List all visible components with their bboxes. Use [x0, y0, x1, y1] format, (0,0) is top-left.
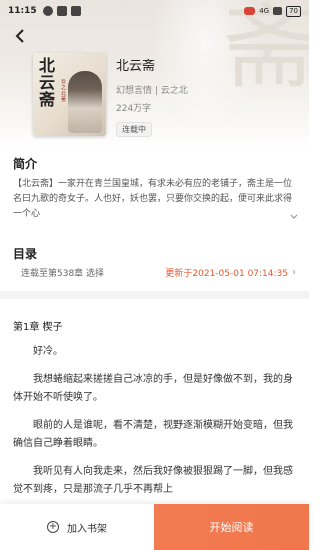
plus-circle-icon: +	[47, 521, 59, 533]
chevron-right-icon: ›	[292, 266, 296, 278]
cover-figure	[68, 71, 102, 133]
chapter-paragraph: 我想蜷缩起来搓搓自己冰凉的手，但是好像做不到，我的身体开始不听使唤了。	[13, 374, 293, 403]
book-cover[interactable]: 北云斋 云之北著	[33, 53, 106, 136]
bottom-action-bar: + 加入书架 开始阅读	[0, 504, 309, 550]
sim-icon	[42, 6, 53, 16]
cover-title: 北云斋	[39, 56, 56, 109]
book-category-author: 幻想言情 | 云之北	[116, 86, 188, 96]
chapter-body[interactable]: 好冷。 我想蜷缩起来搓搓自己冰凉的手，但是好像做不到，我的身体开始不听使唤了。 …	[13, 343, 297, 509]
back-button[interactable]	[10, 26, 30, 46]
battery-indicator: 70	[286, 5, 301, 17]
section-divider	[0, 291, 309, 299]
status-time: 11:15	[8, 6, 37, 16]
start-reading-label: 开始阅读	[209, 521, 254, 534]
app-icon	[56, 6, 67, 16]
toc-row[interactable]: 连载至第538章 选择 更新于2021-05-01 07:14:35 ›	[0, 261, 309, 283]
system-icons: 4G 70	[244, 5, 301, 17]
intro-fade	[200, 208, 298, 224]
status-bar: 11:15 4G 70	[0, 0, 309, 22]
back-arrow-icon	[15, 29, 24, 43]
toc-latest-chapter: 连载至第538章 选择	[21, 268, 105, 279]
intro-heading: 简介	[13, 157, 38, 171]
notification-icons	[42, 6, 81, 16]
book-word-count: 224万字	[116, 104, 152, 114]
toc-heading: 目录	[13, 247, 38, 261]
status-badge: 连载中	[116, 122, 152, 137]
toc-update-time: 更新于2021-05-01 07:14:35	[165, 268, 288, 279]
chapter-paragraph: 眼前的人是谁呢，看不清楚，视野逐渐模糊开始变暗，但我确信自己睁着眼睛。	[13, 420, 293, 449]
expand-chevron-icon[interactable]	[289, 212, 299, 222]
app-icon	[70, 6, 81, 16]
chapter-title: 第1章 楔子	[13, 322, 63, 333]
add-to-shelf-button[interactable]: + 加入书架	[0, 504, 154, 550]
start-reading-button[interactable]: 开始阅读	[154, 504, 309, 550]
cover-author: 云之北著	[61, 79, 67, 103]
chapter-paragraph: 我听见有人向我走来，然后我好像被狠狠踢了一脚，但我感觉不到疼，只是那流子几乎不再…	[13, 466, 293, 495]
network-label: 4G	[259, 7, 270, 15]
add-to-shelf-label: 加入书架	[67, 523, 107, 535]
mail-icon	[244, 7, 256, 15]
signal-icon	[273, 7, 283, 15]
chapter-paragraph: 好冷。	[33, 346, 63, 357]
book-title: 北云斋	[116, 59, 156, 74]
